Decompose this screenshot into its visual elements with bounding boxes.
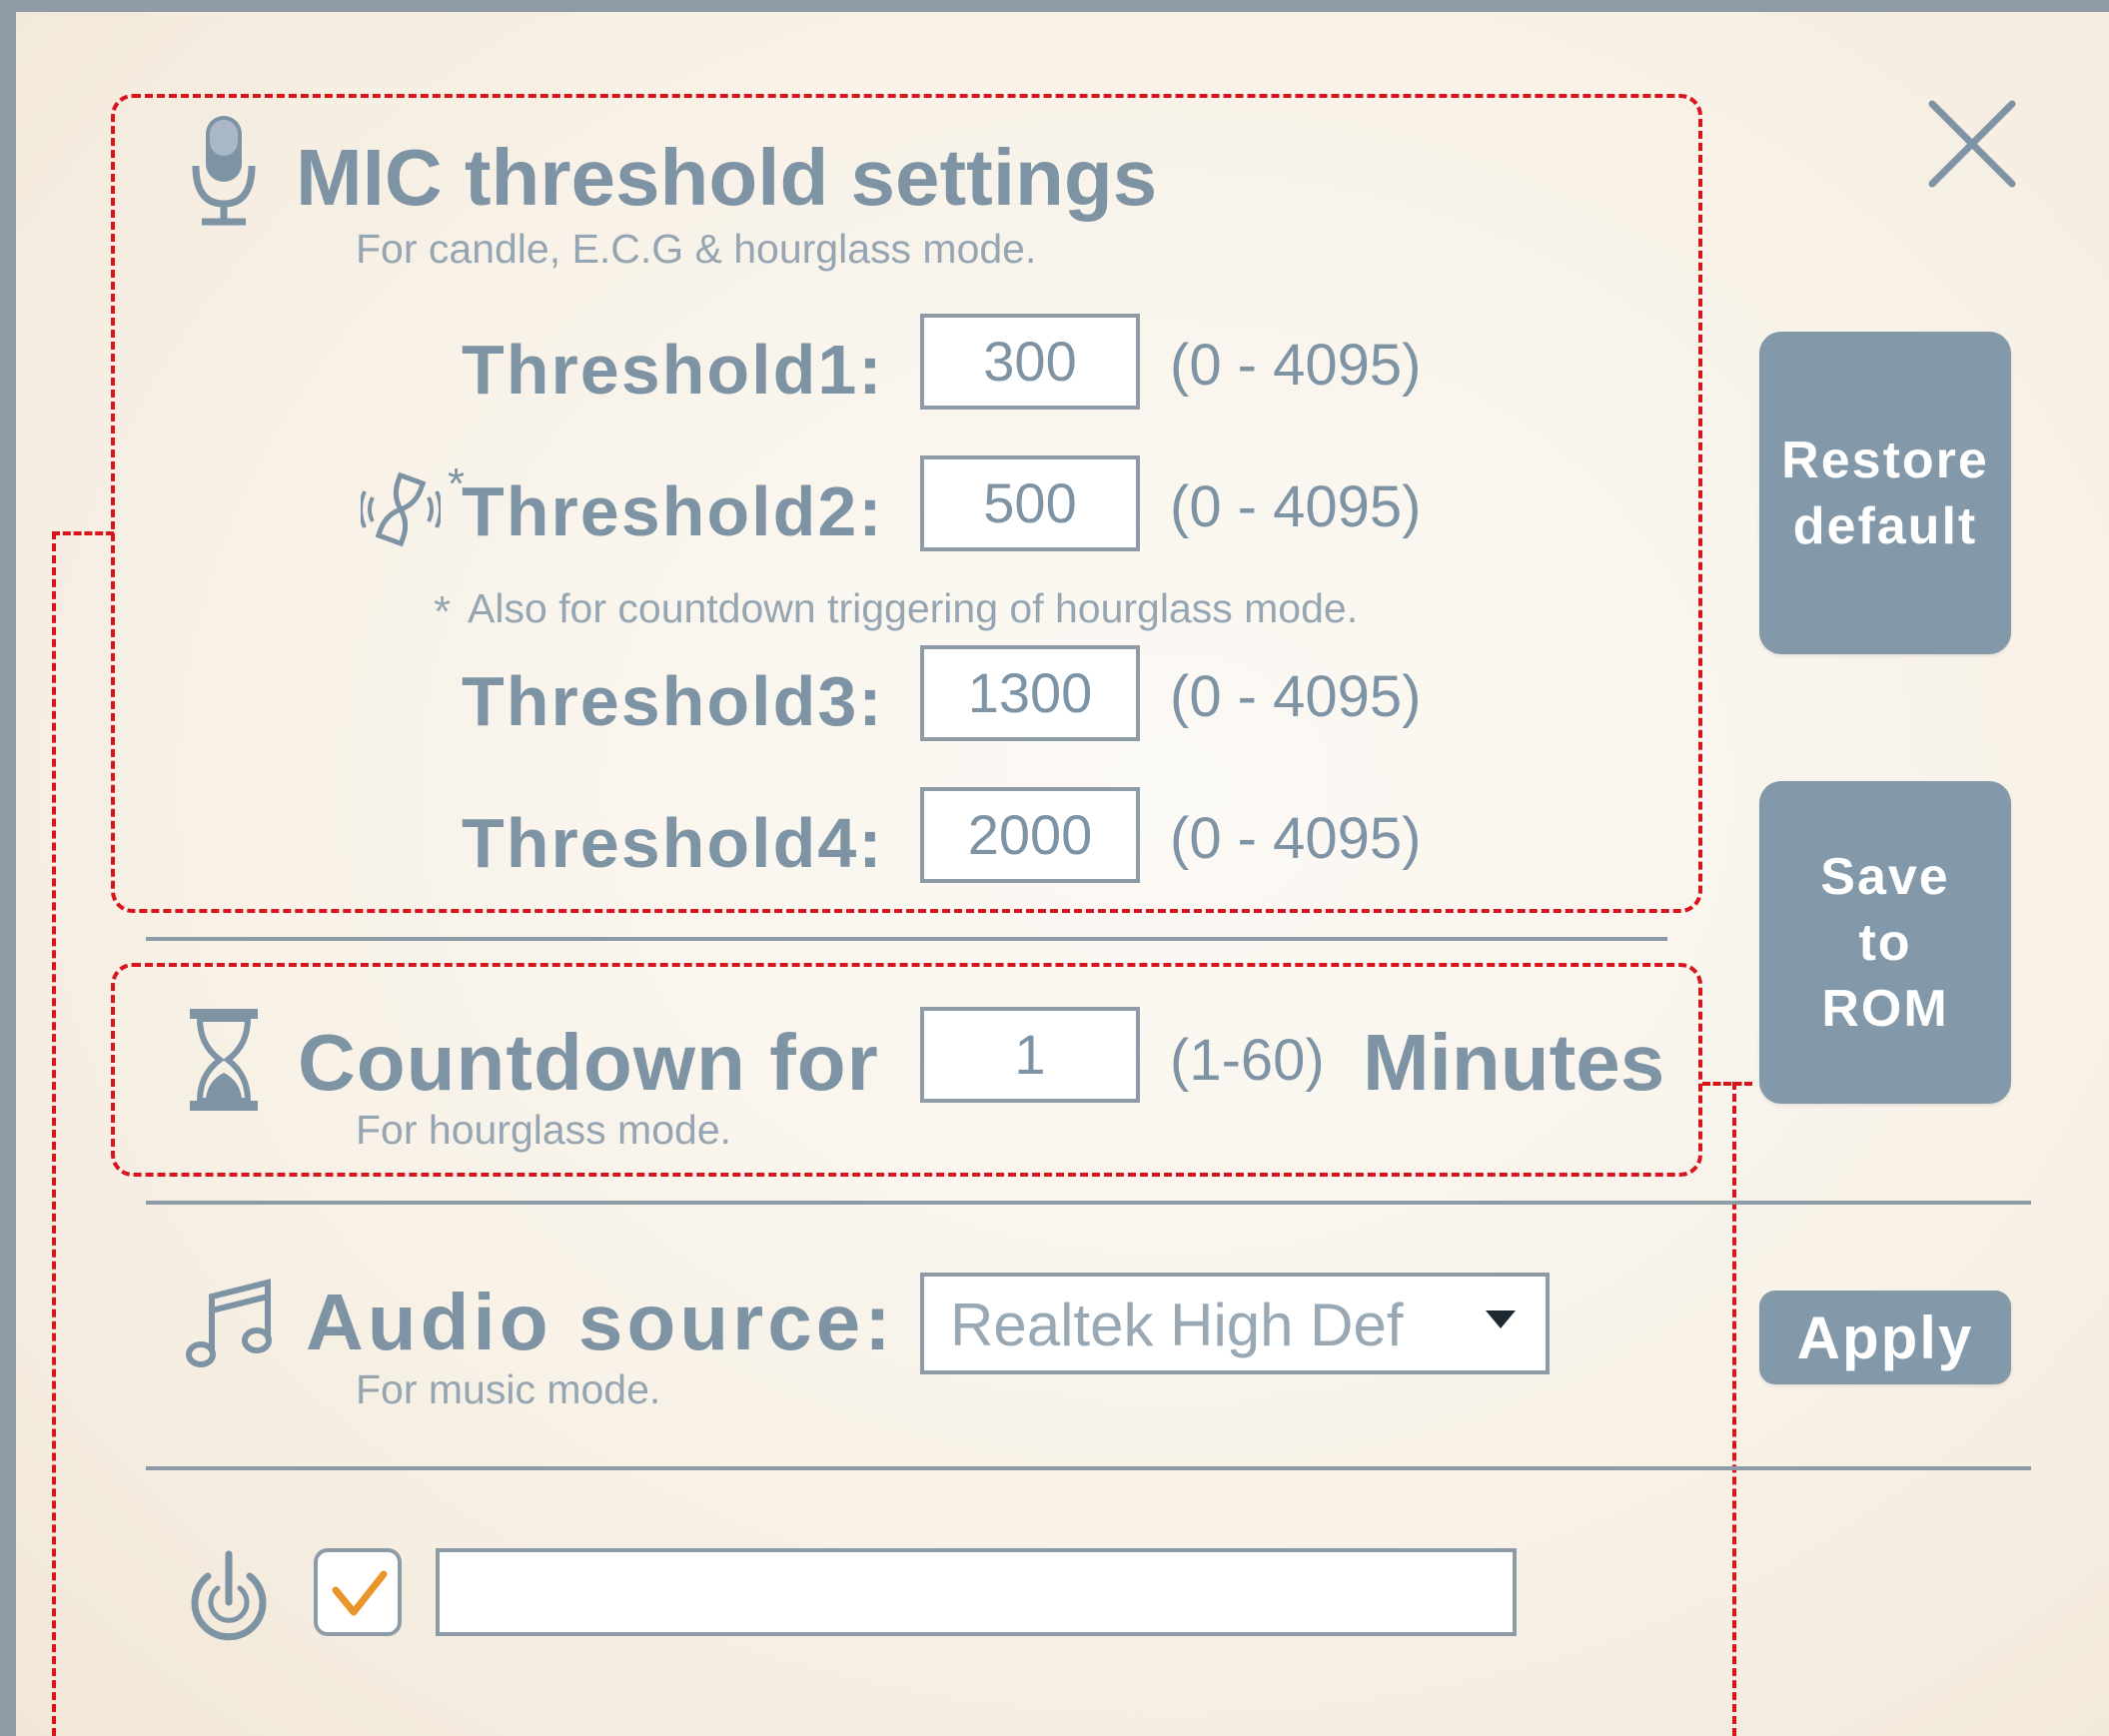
audio-source-value: Realtek High Def — [950, 1292, 1404, 1358]
threshold3-input[interactable]: 1300 — [920, 645, 1140, 741]
save-line-1: Save — [1820, 847, 1950, 906]
countdown-subtitle: For hourglass mode. — [356, 1107, 732, 1153]
autostart-checkbox[interactable] — [314, 1548, 402, 1636]
divider — [146, 937, 1667, 941]
microphone-icon — [192, 116, 256, 226]
threshold2-input[interactable]: 500 — [920, 455, 1140, 551]
divider — [146, 1201, 2031, 1205]
countdown-input[interactable]: 1 — [920, 1007, 1140, 1103]
hourglass-icon — [190, 1009, 258, 1111]
audio-subtitle: For music mode. — [356, 1366, 661, 1412]
threshold4-label: Threshold4: — [462, 804, 884, 882]
countdown-title: Countdown for — [298, 1018, 879, 1107]
audio-source-select[interactable]: Realtek High Def — [920, 1273, 1550, 1374]
threshold4-input[interactable]: 2000 — [920, 787, 1140, 883]
threshold2-label: Threshold2: — [462, 472, 884, 550]
threshold1-input[interactable]: 300 — [920, 314, 1140, 410]
save-line-3: ROM — [1821, 979, 1949, 1038]
threshold1-label: Threshold1: — [462, 331, 884, 409]
annotation-line — [52, 531, 114, 535]
power-icon — [191, 1550, 267, 1641]
dropdown-arrow-icon[interactable] — [1484, 1306, 1518, 1332]
annotation-line — [1732, 1082, 1736, 1736]
threshold3-label: Threshold3: — [462, 662, 884, 740]
apply-button[interactable]: Apply — [1759, 1291, 2011, 1384]
audio-title: Audio source: — [306, 1278, 895, 1366]
annotation-line — [52, 531, 56, 1736]
threshold2-note: Also for countdown triggering of hourgla… — [468, 585, 1359, 631]
countdown-range: (1-60) — [1170, 1028, 1325, 1093]
save-to-rom-button[interactable]: Save to ROM — [1759, 781, 2011, 1104]
close-icon[interactable] — [1922, 94, 2022, 194]
divider — [146, 1466, 2031, 1470]
threshold3-range: (0 - 4095) — [1170, 664, 1422, 729]
mic-section-title: MIC threshold settings — [296, 133, 1158, 222]
restore-line-2: default — [1792, 496, 1978, 555]
restore-default-button[interactable]: Restore default — [1759, 332, 2011, 654]
threshold4-range: (0 - 4095) — [1170, 806, 1422, 871]
settings-panel: MIC threshold settings For candle, E.C.G… — [0, 0, 2109, 1736]
mic-section-subtitle: For candle, E.C.G & hourglass mode. — [356, 226, 1037, 272]
threshold2-range: (0 - 4095) — [1170, 474, 1422, 539]
hourglass-sound-icon — [361, 471, 441, 547]
save-line-2: to — [1858, 913, 1912, 972]
autostart-text-field[interactable] — [436, 1548, 1517, 1636]
threshold1-range: (0 - 4095) — [1170, 333, 1422, 398]
checkmark-icon — [332, 1570, 388, 1616]
countdown-unit: Minutes — [1363, 1018, 1665, 1107]
annotation-line — [1702, 1082, 1752, 1086]
restore-line-1: Restore — [1781, 431, 1989, 489]
music-note-icon — [186, 1279, 272, 1367]
note-asterisk: * — [434, 587, 452, 636]
